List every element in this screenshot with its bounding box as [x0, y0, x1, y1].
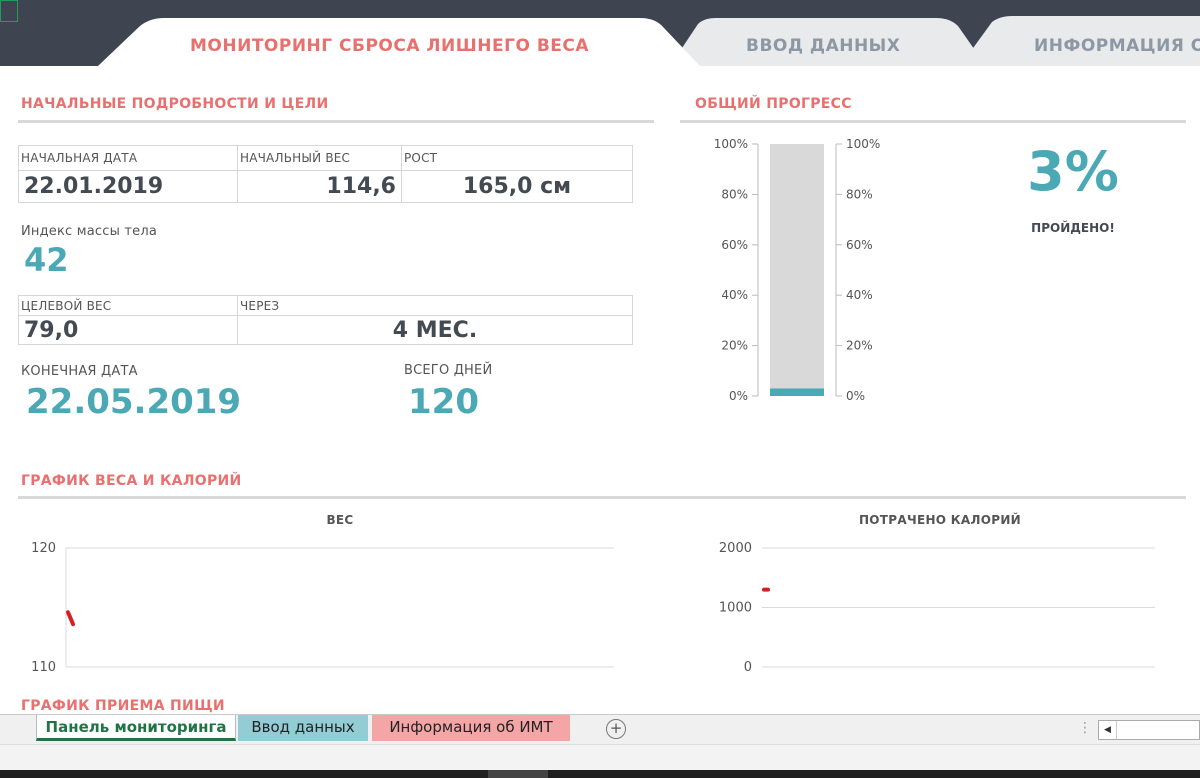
- y-tick-label: 1000: [719, 601, 752, 616]
- progress-tick-left: 20%: [721, 339, 748, 353]
- progress-tick-right: 100%: [846, 137, 880, 151]
- progress-tick-right: 20%: [846, 339, 873, 353]
- horizontal-scrollbar[interactable]: ◀: [1098, 720, 1200, 740]
- details-divider: [18, 120, 654, 123]
- target-weight-value: 79,0: [24, 318, 79, 343]
- total-days-value: 120: [408, 382, 479, 422]
- taskbar-active-item: [488, 770, 548, 778]
- total-days-label: ВСЕГО ДНЕЙ: [404, 363, 493, 378]
- y-tick-label: 120: [31, 541, 56, 556]
- progress-track: [770, 144, 824, 396]
- status-bar: [0, 744, 1200, 770]
- progress-done-label: ПРОЙДЕНО!: [1031, 221, 1115, 235]
- sheet-tab-dashboard[interactable]: Панель мониторинга: [36, 715, 236, 741]
- bmi-label: Индекс массы тела: [21, 224, 158, 239]
- calories-chart-title: ПОТРАЧЕНО КАЛОРИЙ: [858, 513, 1022, 527]
- sheet-tab-bmi-info[interactable]: Информация об ИМТ: [372, 715, 570, 741]
- weight-chart-title: ВЕС: [326, 513, 354, 527]
- height-label: РОСТ: [404, 151, 438, 165]
- food-section-title: ГРАФИК ПРИЕМА ПИЩИ: [21, 698, 225, 714]
- through-label: ЧЕРЕЗ: [240, 299, 280, 313]
- progress-tick-left: 0%: [729, 389, 748, 403]
- progress-tick-right: 40%: [846, 288, 873, 302]
- end-date-value: 22.05.2019: [26, 382, 242, 422]
- progress-tick-left: 80%: [721, 187, 748, 201]
- bmi-value: 42: [24, 241, 69, 279]
- tab-monitoring[interactable]: МОНИТОРИНГ СБРОСА ЛИШНЕГО ВЕСА: [190, 36, 589, 56]
- end-date-label: КОНЕЧНАЯ ДАТА: [21, 364, 138, 379]
- row2-divider: [18, 315, 633, 316]
- weight-chart: 120 110: [31, 541, 614, 675]
- details-section-title: НАЧАЛЬНЫЕ ПОДРОБНОСТИ И ЦЕЛИ: [21, 96, 329, 112]
- progress-divider: [680, 120, 1186, 123]
- y-tick-label: 0: [744, 660, 752, 675]
- progress-tick-right: 80%: [846, 187, 873, 201]
- header-tabs-shape: [98, 16, 1200, 66]
- through-value: 4 МЕС.: [392, 318, 478, 343]
- progress-tick-left: 40%: [721, 288, 748, 302]
- scroll-left-icon[interactable]: ◀: [1099, 721, 1117, 739]
- progress-fill: [770, 388, 824, 396]
- sheet-tab-data-entry[interactable]: Ввод данных: [238, 715, 368, 741]
- start-date-value: 22.01.2019: [24, 174, 164, 199]
- progress-tick-left: 100%: [714, 137, 748, 151]
- row1-divider: [18, 170, 633, 171]
- charts-section-title: ГРАФИК ВЕСА И КАЛОРИЙ: [21, 473, 242, 489]
- progress-section-title: ОБЩИЙ ПРОГРЕСС: [695, 96, 852, 112]
- progress-tick-right: 0%: [846, 389, 865, 403]
- progress-tick-right: 60%: [846, 238, 873, 252]
- calories-chart: 2000 1000 0: [719, 541, 1155, 675]
- start-date-label: НАЧАЛЬНАЯ ДАТА: [21, 151, 138, 165]
- add-sheet-icon[interactable]: +: [606, 719, 626, 739]
- excel-dashboard: МОНИТОРИНГ СБРОСА ЛИШНЕГО ВЕСА ВВОД ДАНН…: [0, 0, 1200, 778]
- progress-tick-left: 60%: [721, 238, 748, 252]
- taskbar: [0, 770, 1200, 778]
- y-tick-label: 110: [31, 660, 56, 675]
- progress-percent: 3%: [1027, 140, 1119, 203]
- target-weight-label: ЦЕЛЕВОЙ ВЕС: [21, 299, 112, 313]
- start-weight-value: 114,6: [326, 174, 396, 199]
- tab-info[interactable]: ИНФОРМАЦИЯ О: [1034, 36, 1200, 56]
- sheet-tab-bar: Панель мониторинга Ввод данных Информаци…: [0, 714, 1200, 744]
- more-options-icon[interactable]: ⋮: [1078, 720, 1092, 736]
- tab-data-entry[interactable]: ВВОД ДАННЫХ: [746, 36, 900, 56]
- height-value: 165,0 см: [462, 174, 572, 199]
- charts-divider: [18, 496, 1186, 499]
- progress-bar-chart: 100% 100% 80% 80% 60% 60% 40% 40% 20% 20% 0% 0%: [714, 137, 881, 403]
- start-weight-label: НАЧАЛЬНЫЙ ВЕС: [240, 151, 351, 165]
- data-line: [66, 610, 75, 627]
- y-tick-label: 2000: [719, 541, 752, 556]
